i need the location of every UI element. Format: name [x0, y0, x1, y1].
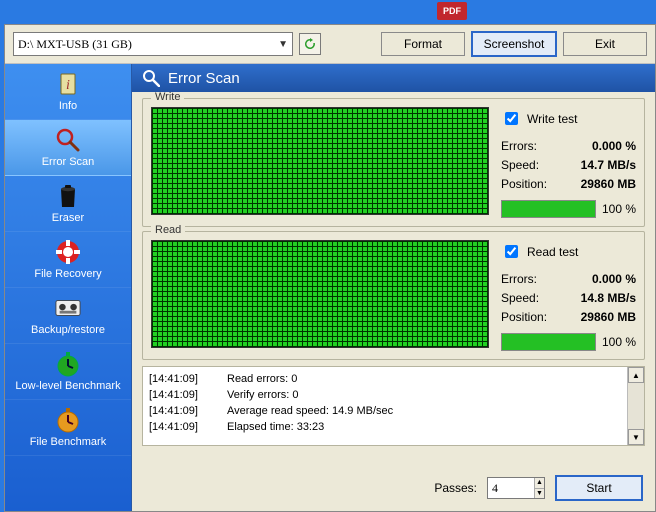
footer: Passes: ▲ ▼ Start	[132, 469, 655, 511]
write-position-value: 29860 MB	[581, 177, 636, 191]
stopwatch-orange-icon	[55, 407, 81, 433]
read-test-checkbox[interactable]: Read test	[501, 242, 636, 261]
read-speed-value: 14.8 MB/s	[581, 291, 636, 305]
write-grid	[151, 107, 489, 215]
passes-input[interactable]	[488, 478, 534, 498]
sidebar-item-eraser[interactable]: Eraser	[5, 176, 131, 232]
passes-stepper[interactable]: ▲ ▼	[487, 477, 545, 499]
stopwatch-icon	[55, 351, 81, 377]
chevron-down-icon: ▼	[278, 39, 288, 50]
write-progress-pct: 100 %	[602, 202, 636, 216]
sidebar-item-file-benchmark[interactable]: File Benchmark	[5, 400, 131, 456]
sidebar-item-label: File Recovery	[34, 268, 101, 280]
write-test-checkbox[interactable]: Write test	[501, 109, 636, 128]
sidebar-item-info[interactable]: i Info	[5, 64, 131, 120]
sidebar-item-label: Backup/restore	[31, 324, 105, 336]
read-progress	[501, 333, 596, 351]
trash-icon	[55, 183, 81, 209]
refresh-icon	[304, 38, 316, 50]
log-line: [14:41:09]Verify errors: 0	[149, 387, 621, 403]
svg-text:i: i	[66, 78, 70, 93]
magnifier-icon	[55, 127, 81, 153]
page-title: Error Scan	[168, 70, 240, 87]
write-progress	[501, 200, 596, 218]
scroll-up-icon[interactable]: ▲	[628, 367, 644, 383]
read-group-title: Read	[151, 224, 185, 236]
read-test-checkbox-input[interactable]	[505, 245, 518, 258]
sidebar: i Info Error Scan Eraser File	[5, 64, 132, 511]
sidebar-item-label: File Benchmark	[30, 436, 106, 448]
read-grid	[151, 240, 489, 348]
exit-button[interactable]: Exit	[563, 32, 647, 56]
read-progress-pct: 100 %	[602, 335, 636, 349]
drive-select[interactable]: D:\ MXT-USB (31 GB) ▼	[13, 32, 293, 56]
scroll-down-icon[interactable]: ▼	[628, 429, 644, 445]
sidebar-item-low-level-benchmark[interactable]: Low-level Benchmark	[5, 344, 131, 400]
drive-select-value: D:\ MXT-USB (31 GB)	[18, 37, 132, 52]
log-line: [14:41:09]Elapsed time: 33:23	[149, 419, 621, 435]
log-scrollbar[interactable]: ▲ ▼	[627, 367, 644, 445]
log-line: [14:41:09]Read errors: 0	[149, 371, 621, 387]
write-test-checkbox-input[interactable]	[505, 112, 518, 125]
write-speed-value: 14.7 MB/s	[581, 158, 636, 172]
write-errors-value: 0.000 %	[592, 139, 636, 153]
read-errors-value: 0.000 %	[592, 272, 636, 286]
panels: Write Write test Errors:0.000 % Speed:14…	[132, 92, 655, 469]
format-button[interactable]: Format	[381, 32, 465, 56]
lifebuoy-icon	[55, 239, 81, 265]
sidebar-item-error-scan[interactable]: Error Scan	[5, 120, 131, 176]
log-list: [14:41:09]Read errors: 0 [14:41:09]Verif…	[143, 367, 627, 445]
write-group: Write Write test Errors:0.000 % Speed:14…	[142, 98, 645, 227]
sidebar-item-label: Error Scan	[42, 156, 95, 168]
read-position-value: 29860 MB	[581, 310, 636, 324]
read-group: Read Read test Errors:0.000 % Speed:14.8…	[142, 231, 645, 360]
log-panel: [14:41:09]Read errors: 0 [14:41:09]Verif…	[142, 366, 645, 446]
passes-down-icon[interactable]: ▼	[535, 489, 544, 499]
passes-up-icon[interactable]: ▲	[535, 478, 544, 489]
log-line: [14:41:09]Average read speed: 14.9 MB/se…	[149, 403, 621, 419]
sidebar-item-backup-restore[interactable]: Backup/restore	[5, 288, 131, 344]
passes-label: Passes:	[434, 481, 477, 495]
info-icon: i	[55, 71, 81, 97]
sidebar-item-file-recovery[interactable]: File Recovery	[5, 232, 131, 288]
sidebar-item-label: Info	[59, 100, 77, 112]
write-readout: Write test Errors:0.000 % Speed:14.7 MB/…	[501, 107, 636, 218]
app-window: D:\ MXT-USB (31 GB) ▼ Format Screenshot …	[4, 24, 656, 512]
tape-icon	[55, 295, 81, 321]
sidebar-item-label: Eraser	[52, 212, 84, 224]
write-group-title: Write	[151, 92, 184, 103]
main-area: i Info Error Scan Eraser File	[5, 64, 655, 511]
toolbar: D:\ MXT-USB (31 GB) ▼ Format Screenshot …	[5, 25, 655, 64]
start-button[interactable]: Start	[555, 475, 643, 501]
refresh-button[interactable]	[299, 33, 321, 55]
read-readout: Read test Errors:0.000 % Speed:14.8 MB/s…	[501, 240, 636, 351]
screenshot-button[interactable]: Screenshot	[471, 31, 557, 57]
content: Error Scan Write Write test Errors:0.000…	[132, 64, 655, 511]
sidebar-item-label: Low-level Benchmark	[15, 380, 120, 392]
magnifier-icon	[142, 69, 160, 87]
page-banner: Error Scan	[132, 64, 655, 92]
desktop-pdf-badge: PDF	[437, 2, 467, 20]
